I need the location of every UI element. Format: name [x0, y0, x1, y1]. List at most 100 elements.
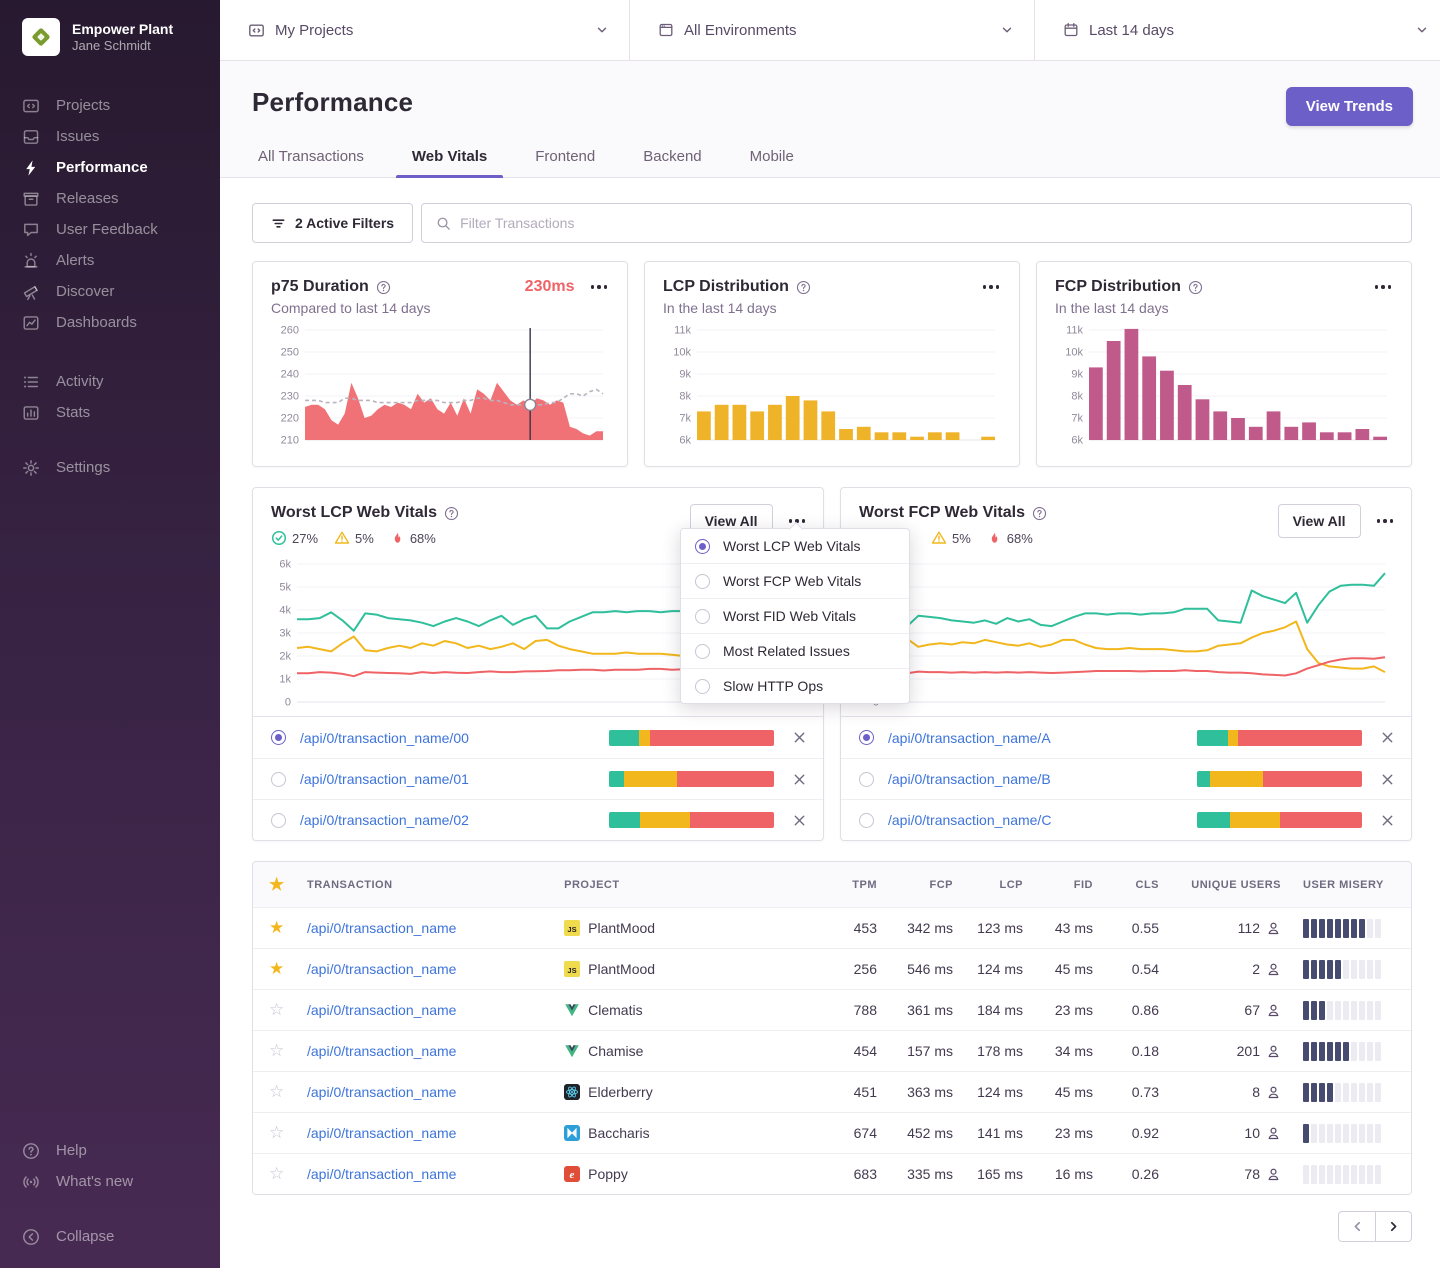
help-question-icon[interactable] [444, 506, 459, 521]
menu-item-radio[interactable] [695, 644, 710, 659]
project-name[interactable]: Elderberry [588, 1084, 653, 1100]
project-filter[interactable]: My Projects [220, 0, 630, 60]
menu-item-radio[interactable] [695, 609, 710, 624]
close-icon[interactable] [792, 772, 807, 787]
column-header-cls[interactable]: CLS [1093, 879, 1159, 891]
transaction-link[interactable]: /api/0/transaction_name/B [888, 771, 1051, 787]
tab-mobile[interactable]: Mobile [744, 148, 800, 177]
star-icon[interactable]: ☆ [269, 1041, 307, 1061]
project-name[interactable]: Baccharis [588, 1125, 649, 1141]
transaction-link[interactable]: /api/0/transaction_name [307, 1125, 456, 1141]
transaction-link[interactable]: /api/0/transaction_name [307, 1043, 456, 1059]
project-name[interactable]: Clematis [588, 1002, 642, 1018]
menu-item-radio[interactable] [695, 574, 710, 589]
column-header-user-misery[interactable]: USER MISERY [1303, 879, 1395, 891]
sidebar-item-alerts[interactable]: Alerts [22, 245, 198, 276]
transaction-link[interactable]: /api/0/transaction_name/00 [300, 730, 469, 746]
help-question-icon[interactable] [1032, 506, 1047, 521]
environment-filter[interactable]: All Environments [630, 0, 1035, 60]
p75-duration-chart[interactable]: 260250240230220210 [271, 324, 609, 446]
sidebar-item-what-s-new[interactable]: What's new [22, 1166, 198, 1197]
fcp-distribution-chart[interactable]: 11k10k9k8k7k6k [1055, 324, 1393, 446]
star-icon[interactable]: ☆ [269, 1000, 307, 1020]
transaction-radio[interactable] [271, 813, 286, 828]
column-header-tpm[interactable]: TPM [813, 879, 877, 891]
sidebar-item-releases[interactable]: Releases [22, 183, 198, 214]
transaction-radio[interactable] [271, 730, 286, 745]
menu-item-worst-fcp-web-vitals[interactable]: Worst FCP Web Vitals [681, 563, 909, 598]
star-icon[interactable]: ★ [269, 918, 307, 938]
project-name[interactable]: PlantMood [588, 920, 655, 936]
star-icon[interactable]: ☆ [269, 1164, 307, 1184]
column-header-transaction[interactable]: TRANSACTION [307, 879, 564, 891]
sidebar-item-stats[interactable]: Stats [22, 397, 198, 428]
sidebar-item-help[interactable]: Help [22, 1135, 198, 1166]
column-header-project[interactable]: PROJECT [564, 879, 813, 891]
menu-item-radio[interactable] [695, 679, 710, 694]
tab-web-vitals[interactable]: Web Vitals [406, 148, 493, 177]
help-question-icon[interactable] [376, 280, 391, 295]
lcp-distribution-chart[interactable]: 11k10k9k8k7k6k [663, 324, 1001, 446]
transaction-link[interactable]: /api/0/transaction_name/A [888, 730, 1051, 746]
sidebar-item-issues[interactable]: Issues [22, 121, 198, 152]
star-icon[interactable]: ☆ [269, 1123, 307, 1143]
project-name[interactable]: Chamise [588, 1043, 643, 1059]
sidebar-item-settings[interactable]: Settings [22, 452, 198, 483]
card-menu-ellipsis-icon[interactable] [981, 281, 1002, 293]
previous-page-button[interactable] [1338, 1211, 1375, 1242]
transaction-link[interactable]: /api/0/transaction_name/C [888, 812, 1051, 828]
transaction-radio[interactable] [271, 772, 286, 787]
star-icon[interactable]: ★ [269, 875, 307, 895]
card-menu-ellipsis-icon[interactable] [589, 281, 610, 293]
tab-backend[interactable]: Backend [637, 148, 707, 177]
close-icon[interactable] [1380, 772, 1395, 787]
project-name[interactable]: PlantMood [588, 961, 655, 977]
date-range-filter[interactable]: Last 14 days [1035, 0, 1440, 60]
menu-item-radio[interactable] [695, 539, 710, 554]
transaction-link[interactable]: /api/0/transaction_name [307, 1084, 456, 1100]
menu-item-worst-lcp-web-vitals[interactable]: Worst LCP Web Vitals [681, 529, 909, 563]
sidebar-item-performance[interactable]: Performance [22, 152, 198, 183]
sidebar-item-projects[interactable]: Projects [22, 90, 198, 121]
menu-item-most-related-issues[interactable]: Most Related Issues [681, 633, 909, 668]
transaction-radio[interactable] [859, 730, 874, 745]
card-menu-ellipsis-icon[interactable] [1375, 515, 1396, 527]
worst-fcp-chart[interactable]: 6k5k4k3k2k1k0 [851, 558, 1391, 708]
view-all-button[interactable]: View All [1278, 504, 1361, 538]
transaction-link[interactable]: /api/0/transaction_name [307, 961, 456, 977]
close-icon[interactable] [1380, 813, 1395, 828]
search-input[interactable] [460, 215, 1397, 231]
view-trends-button[interactable]: View Trends [1286, 87, 1413, 126]
project-name[interactable]: Poppy [588, 1166, 628, 1182]
close-icon[interactable] [792, 813, 807, 828]
star-icon[interactable]: ★ [269, 959, 307, 979]
close-icon[interactable] [792, 730, 807, 745]
transaction-link[interactable]: /api/0/transaction_name [307, 1002, 456, 1018]
help-question-icon[interactable] [1188, 280, 1203, 295]
sidebar-item-dashboards[interactable]: Dashboards [22, 307, 198, 338]
sidebar-item-collapse[interactable]: Collapse [22, 1221, 198, 1252]
transaction-link[interactable]: /api/0/transaction_name [307, 920, 456, 936]
next-page-button[interactable] [1375, 1211, 1412, 1242]
help-question-icon[interactable] [796, 280, 811, 295]
tab-all-transactions[interactable]: All Transactions [252, 148, 370, 177]
sidebar-item-activity[interactable]: Activity [22, 366, 198, 397]
transaction-link[interactable]: /api/0/transaction_name [307, 1166, 456, 1182]
org-switcher[interactable]: Empower Plant Jane Schmidt [0, 18, 220, 56]
column-header-lcp[interactable]: LCP [953, 879, 1023, 891]
transaction-radio[interactable] [859, 813, 874, 828]
column-header-fcp[interactable]: FCP [877, 879, 953, 891]
transaction-link[interactable]: /api/0/transaction_name/02 [300, 812, 469, 828]
menu-item-worst-fid-web-vitals[interactable]: Worst FID Web Vitals [681, 598, 909, 633]
tab-frontend[interactable]: Frontend [529, 148, 601, 177]
transaction-radio[interactable] [859, 772, 874, 787]
close-icon[interactable] [1380, 730, 1395, 745]
card-menu-ellipsis-icon[interactable] [1373, 281, 1394, 293]
menu-item-slow-http-ops[interactable]: Slow HTTP Ops [681, 668, 909, 703]
transaction-link[interactable]: /api/0/transaction_name/01 [300, 771, 469, 787]
active-filters-button[interactable]: 2 Active Filters [252, 203, 413, 243]
column-header-fid[interactable]: FID [1023, 879, 1093, 891]
sidebar-item-discover[interactable]: Discover [22, 276, 198, 307]
column-header-unique-users[interactable]: UNIQUE USERS [1159, 879, 1281, 891]
sidebar-item-user-feedback[interactable]: User Feedback [22, 214, 198, 245]
